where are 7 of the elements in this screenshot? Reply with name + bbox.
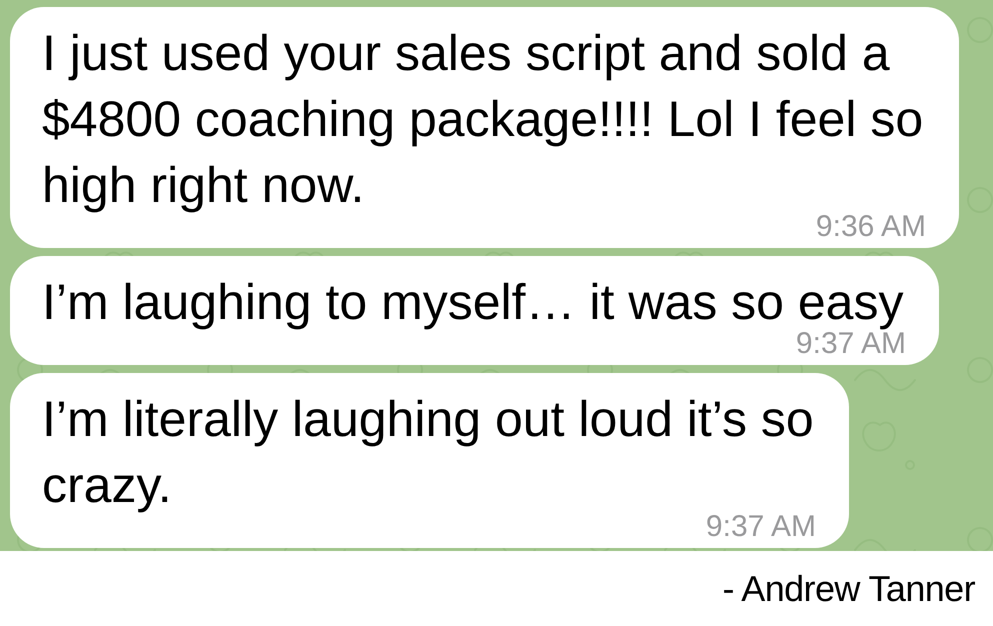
message-time: 9:36 AM	[816, 214, 926, 240]
message-time: 9:37 AM	[796, 331, 906, 357]
message-text: I’m literally laughing out loud it’s so crazy.	[42, 391, 814, 513]
attribution-text: - Andrew Tanner	[722, 566, 975, 610]
message-text: I’m laughing to myself… it was so easy	[42, 274, 904, 330]
message-text: I just used your sales script and sold a $4800 coaching package!!!! Lol I feel so high right now.	[42, 25, 924, 213]
message-time: 9:37 AM	[706, 514, 816, 540]
